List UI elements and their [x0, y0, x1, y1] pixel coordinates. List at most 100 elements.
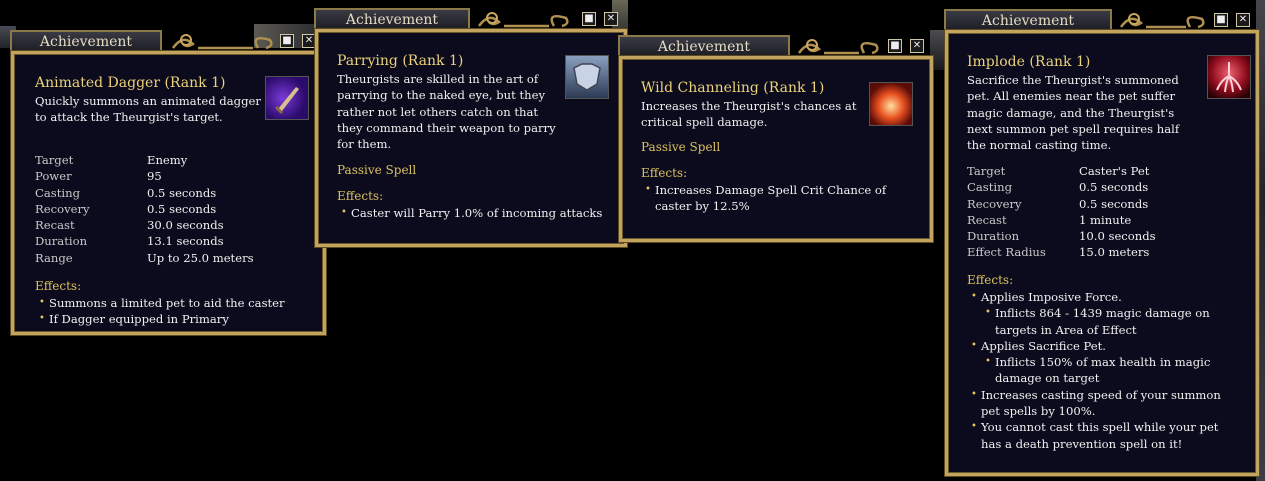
stat-value: Enemy [147, 153, 188, 167]
stat-label: Range [35, 250, 73, 265]
stat-row: Casting 0.5 seconds [35, 185, 254, 201]
stat-row: Target Enemy [35, 152, 254, 168]
stat-row: Recovery 0.5 seconds [967, 196, 1156, 212]
ability-description: Theurgists are skilled in the art of par… [337, 72, 556, 152]
stat-row: Recast 1 minute [967, 212, 1156, 228]
effect-item: You cannot cast this spell while your pe… [967, 419, 1229, 452]
window-title-tab[interactable]: Achievement [618, 35, 790, 57]
stat-value: 0.5 seconds [1079, 196, 1149, 211]
stat-row: Power 95 [35, 168, 254, 184]
stat-value: 95 [147, 169, 162, 184]
stat-value: 15.0 meters [1079, 245, 1150, 260]
minimize-button[interactable]: ■ [280, 34, 294, 48]
minimize-button[interactable]: ■ [1214, 13, 1228, 27]
ability-stats: Target Enemy Power 95 Casting 0.5 seconds R… [35, 152, 254, 266]
minimize-button[interactable]: ■ [582, 12, 596, 26]
stat-value: 0.5 seconds [1079, 180, 1149, 195]
ability-name: Wild Channeling (Rank 1) [641, 80, 825, 96]
window-title: Achievement [657, 39, 751, 55]
effect-item: Applies Imposive Force. [967, 289, 1229, 306]
stat-value: 30.0 seconds [147, 218, 224, 233]
window-title-tab[interactable]: Achievement [10, 30, 162, 52]
stat-row: Duration 10.0 seconds [967, 228, 1156, 244]
ability-description: Sacrifice the Theurgist's summoned pet. … [967, 73, 1180, 153]
ornament-swirl-icon [1119, 13, 1205, 29]
close-button[interactable]: ✕ [604, 12, 618, 26]
stat-value: Caster's Pet [1079, 164, 1150, 178]
stat-row: Range Up to 25.0 meters [35, 250, 254, 266]
window-title: Achievement [39, 34, 133, 50]
window-body: Implode (Rank 1) Sacrifice the Theurgist… [948, 33, 1256, 473]
effects-list: Caster will Parry 1.0% of incoming attac… [337, 205, 617, 222]
window-frame: Implode (Rank 1) Sacrifice the Theurgist… [944, 29, 1260, 477]
stat-label: Duration [967, 229, 1020, 244]
implode-icon [1207, 55, 1251, 99]
stat-row: Target Caster's Pet [967, 163, 1156, 179]
stat-label: Power [35, 169, 72, 184]
armor-icon [565, 55, 609, 99]
effect-subitem: Inflicts 150% of max health in magic dam… [967, 354, 1229, 387]
minimize-button[interactable]: ■ [888, 39, 902, 53]
effects-list: Increases Damage Spell Crit Chance of ca… [641, 182, 901, 215]
window-body: Animated Dagger (Rank 1) Quickly summons… [14, 54, 323, 332]
effect-item: Caster will Parry 1.0% of incoming attac… [337, 205, 617, 222]
ornament-swirl-icon [171, 34, 273, 50]
effect-item: If Dagger equipped in Primary [35, 311, 315, 328]
achievement-window-parrying: Achievement ■ ✕ Parrying (Rank 1) Theurg… [314, 8, 628, 248]
achievement-window-implode: Achievement ■ ✕ Implode (Rank 1) Sacrifi… [944, 9, 1260, 477]
window-frame: Animated Dagger (Rank 1) Quickly summons… [10, 50, 327, 336]
stat-label: Recovery [967, 196, 1022, 211]
window-body: Parrying (Rank 1) Theurgists are skilled… [318, 32, 624, 244]
stat-label: Casting [967, 180, 1012, 195]
ability-stats: Target Caster's Pet Casting 0.5 seconds Re… [967, 163, 1156, 261]
ability-name: Parrying (Rank 1) [337, 53, 464, 69]
effects-heading: Effects: [35, 279, 82, 293]
window-body: Wild Channeling (Rank 1) Increases the T… [622, 59, 930, 239]
window-title-tab[interactable]: Achievement [944, 9, 1112, 31]
stat-label: Target [35, 153, 74, 167]
effects-list: Applies Imposive Force. Inflicts 864 - 1… [967, 289, 1229, 452]
window-frame: Wild Channeling (Rank 1) Increases the T… [618, 55, 934, 243]
dagger-icon [265, 76, 309, 120]
ability-description: Increases the Theurgist's chances at cri… [641, 99, 857, 130]
stat-value: 0.5 seconds [147, 185, 217, 200]
ornament-swirl-icon [797, 39, 879, 55]
effect-item: Increases casting speed of your summon p… [967, 387, 1229, 420]
effects-heading: Effects: [967, 273, 1014, 287]
effect-subitem: Inflicts 864 - 1439 magic damage on targ… [967, 305, 1229, 338]
stat-value: 13.1 seconds [147, 234, 224, 249]
stat-row: Recast 30.0 seconds [35, 217, 254, 233]
stat-row: Casting 0.5 seconds [967, 179, 1156, 195]
effect-item: Summons a limited pet to aid the caster [35, 295, 315, 312]
ability-description: Quickly summons an animated dagger to at… [35, 94, 261, 125]
spell-type: Passive Spell [337, 163, 417, 177]
achievement-window-animated-dagger: Achievement ■ ✕ Animated Dagger (Rank 1)… [10, 30, 327, 336]
ornament-swirl-icon [477, 12, 569, 28]
stat-row: Effect Radius 15.0 meters [967, 244, 1156, 260]
achievement-window-wild-channeling: Achievement ■ ✕ Wild Channeling (Rank 1)… [618, 35, 934, 243]
effect-item: Increases Damage Spell Crit Chance of ca… [641, 182, 901, 215]
effects-heading: Effects: [337, 189, 384, 203]
stat-row: Duration 13.1 seconds [35, 233, 254, 249]
stat-value: 10.0 seconds [1079, 229, 1156, 244]
stat-label: Target [967, 164, 1006, 178]
stat-value: 1 minute [1079, 212, 1132, 227]
effects-list: Summons a limited pet to aid the caster … [35, 295, 315, 328]
stat-label: Recast [35, 218, 75, 233]
fire-burst-icon [869, 82, 913, 126]
ability-name: Animated Dagger (Rank 1) [35, 75, 226, 91]
spell-type: Passive Spell [641, 140, 721, 154]
window-frame: Parrying (Rank 1) Theurgists are skilled… [314, 28, 628, 248]
stat-value: Up to 25.0 meters [147, 250, 254, 265]
window-title: Achievement [345, 12, 439, 28]
window-title-tab[interactable]: Achievement [314, 8, 470, 30]
close-button[interactable]: ✕ [1236, 13, 1250, 27]
stat-label: Recovery [35, 201, 90, 216]
stat-label: Effect Radius [967, 245, 1046, 260]
stat-label: Duration [35, 234, 88, 249]
stat-row: Recovery 0.5 seconds [35, 201, 254, 217]
close-button[interactable]: ✕ [910, 39, 924, 53]
ability-name: Implode (Rank 1) [967, 54, 1091, 70]
window-title: Achievement [981, 13, 1075, 29]
effect-item: Applies Sacrifice Pet. [967, 338, 1229, 355]
